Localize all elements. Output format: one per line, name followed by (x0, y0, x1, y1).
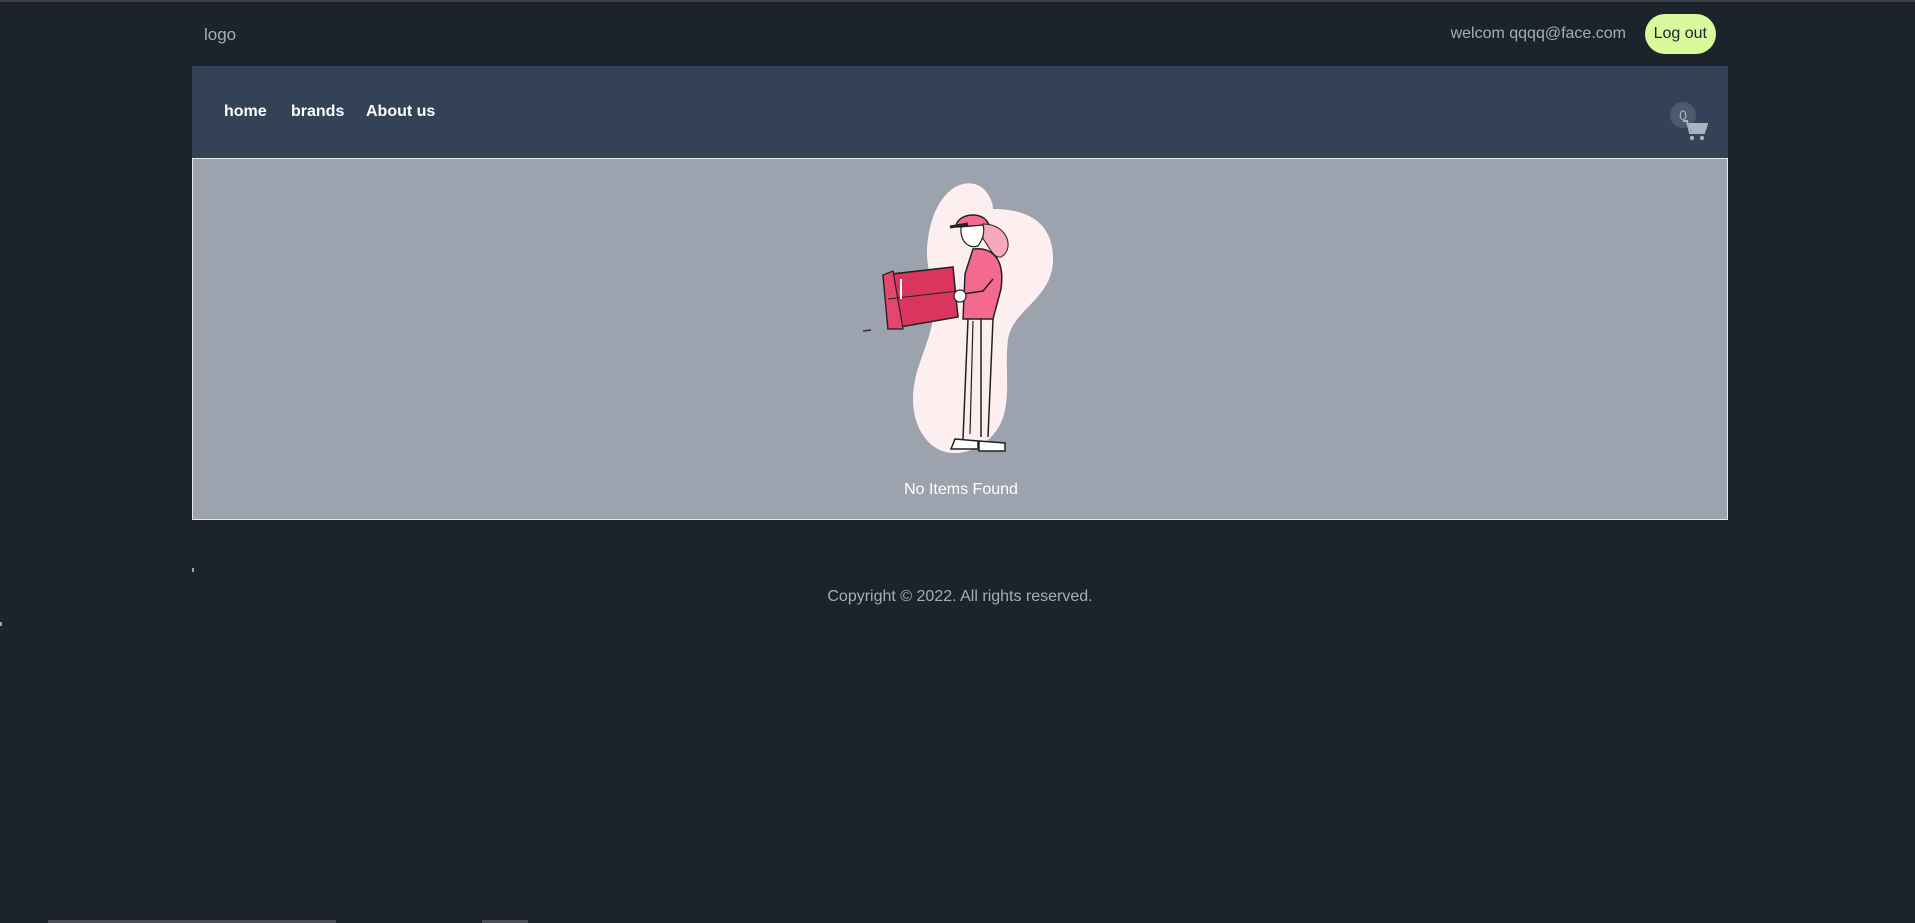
footer-copyright: Copyright © 2022. All rights reserved. (827, 588, 1093, 605)
cart-icon (1683, 120, 1708, 141)
nav-link-home[interactable]: home (224, 103, 267, 121)
navbar: home brands About us 0 (192, 66, 1728, 158)
logout-button[interactable]: Log out (1644, 14, 1716, 54)
nav-link-about-us[interactable]: About us (366, 103, 435, 121)
empty-cart-illustration (862, 183, 1053, 454)
nav-link-brands[interactable]: brands (291, 103, 344, 121)
welcome-text: welcom qqqq@face.com (1450, 25, 1626, 42)
top-bar: logo welcom qqqq@face.com Log out (192, 0, 1728, 66)
cart-button[interactable]: 0 (1670, 102, 1710, 146)
logo[interactable]: logo (204, 25, 236, 45)
stray-mark (192, 568, 194, 572)
page-container: logo welcom qqqq@face.com Log out home b… (192, 0, 1728, 605)
empty-message: No Items Found (904, 481, 1018, 498)
stray-mark (0, 622, 2, 626)
cart-content-area: No Items Found (192, 158, 1728, 520)
